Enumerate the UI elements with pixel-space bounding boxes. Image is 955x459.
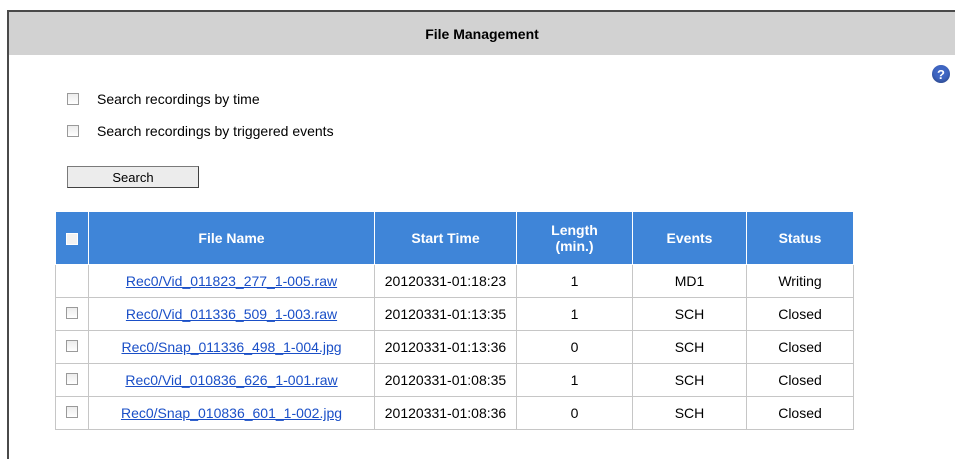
status-cell: Closed: [746, 363, 854, 397]
file-name-cell: Rec0/Vid_011336_509_1-003.raw: [88, 297, 375, 331]
row-select-cell: [55, 297, 89, 331]
start-time-cell: 20120331-01:13:36: [374, 330, 517, 364]
events-cell: MD1: [632, 264, 747, 298]
row-select-cell: [55, 330, 89, 364]
row-checkbox[interactable]: [66, 406, 78, 418]
start-time-cell: 20120331-01:08:35: [374, 363, 517, 397]
events-cell: SCH: [632, 396, 747, 430]
table-row: Rec0/Snap_010836_601_1-002.jpg 20120331-…: [55, 396, 854, 430]
file-link[interactable]: Rec0/Snap_010836_601_1-002.jpg: [121, 405, 342, 421]
help-icon[interactable]: ?: [932, 65, 950, 83]
table-row: Rec0/Vid_011823_277_1-005.raw 20120331-0…: [55, 264, 854, 298]
row-checkbox[interactable]: [66, 373, 78, 385]
table-row: Rec0/Vid_010836_626_1-001.raw 20120331-0…: [55, 363, 854, 397]
column-header-start-time[interactable]: Start Time: [374, 211, 517, 265]
column-header-file-name[interactable]: File Name: [88, 211, 375, 265]
search-button[interactable]: Search: [67, 166, 199, 188]
column-header-length[interactable]: Length (min.): [516, 211, 633, 265]
events-cell: SCH: [632, 363, 747, 397]
page-title: File Management: [425, 25, 539, 42]
events-cell: SCH: [632, 297, 747, 331]
file-link[interactable]: Rec0/Vid_011336_509_1-003.raw: [126, 306, 337, 322]
column-header-status[interactable]: Status: [746, 211, 854, 265]
length-cell: 1: [516, 297, 633, 331]
file-table: File Name Start Time Length (min.) Event…: [55, 211, 854, 430]
status-cell: Writing: [746, 264, 854, 298]
start-time-cell: 20120331-01:08:36: [374, 396, 517, 430]
select-all-checkbox[interactable]: [66, 233, 78, 246]
file-name-cell: Rec0/Vid_010836_626_1-001.raw: [88, 363, 375, 397]
length-cell: 0: [516, 330, 633, 364]
file-link[interactable]: Rec0/Snap_011336_498_1-004.jpg: [121, 339, 341, 355]
file-link[interactable]: Rec0/Vid_011823_277_1-005.raw: [126, 273, 337, 289]
table-header-row: File Name Start Time Length (min.) Event…: [55, 211, 854, 265]
status-cell: Closed: [746, 330, 854, 364]
row-checkbox[interactable]: [66, 340, 78, 352]
status-cell: Closed: [746, 396, 854, 430]
row-checkbox[interactable]: [66, 307, 78, 319]
file-link[interactable]: Rec0/Vid_010836_626_1-001.raw: [125, 372, 337, 388]
length-cell: 1: [516, 264, 633, 298]
events-cell: SCH: [632, 330, 747, 364]
option-search-by-events: Search recordings by triggered events: [67, 123, 334, 139]
length-cell: 0: [516, 396, 633, 430]
row-select-cell: [55, 396, 89, 430]
column-header-length-line1: Length: [551, 222, 598, 238]
row-select-cell: [55, 363, 89, 397]
length-cell: 1: [516, 363, 633, 397]
start-time-cell: 20120331-01:13:35: [374, 297, 517, 331]
row-select-cell: [55, 264, 89, 298]
option-search-by-time: Search recordings by time: [67, 91, 260, 107]
option-search-by-events-label: Search recordings by triggered events: [97, 123, 334, 139]
checkbox-search-by-time[interactable]: [67, 93, 79, 105]
column-header-events[interactable]: Events: [632, 211, 747, 265]
option-search-by-time-label: Search recordings by time: [97, 91, 260, 107]
file-name-cell: Rec0/Snap_011336_498_1-004.jpg: [88, 330, 375, 364]
panel-left-border: [7, 10, 9, 459]
status-cell: Closed: [746, 297, 854, 331]
select-all-header: [55, 211, 89, 265]
table-row: Rec0/Snap_011336_498_1-004.jpg 20120331-…: [55, 330, 854, 364]
checkbox-search-by-events[interactable]: [67, 125, 79, 137]
file-name-cell: Rec0/Snap_010836_601_1-002.jpg: [88, 396, 375, 430]
column-header-length-line2: (min.): [555, 238, 594, 254]
file-name-cell: Rec0/Vid_011823_277_1-005.raw: [88, 264, 375, 298]
start-time-cell: 20120331-01:18:23: [374, 264, 517, 298]
table-row: Rec0/Vid_011336_509_1-003.raw 20120331-0…: [55, 297, 854, 331]
page-title-bar: File Management: [9, 12, 955, 55]
